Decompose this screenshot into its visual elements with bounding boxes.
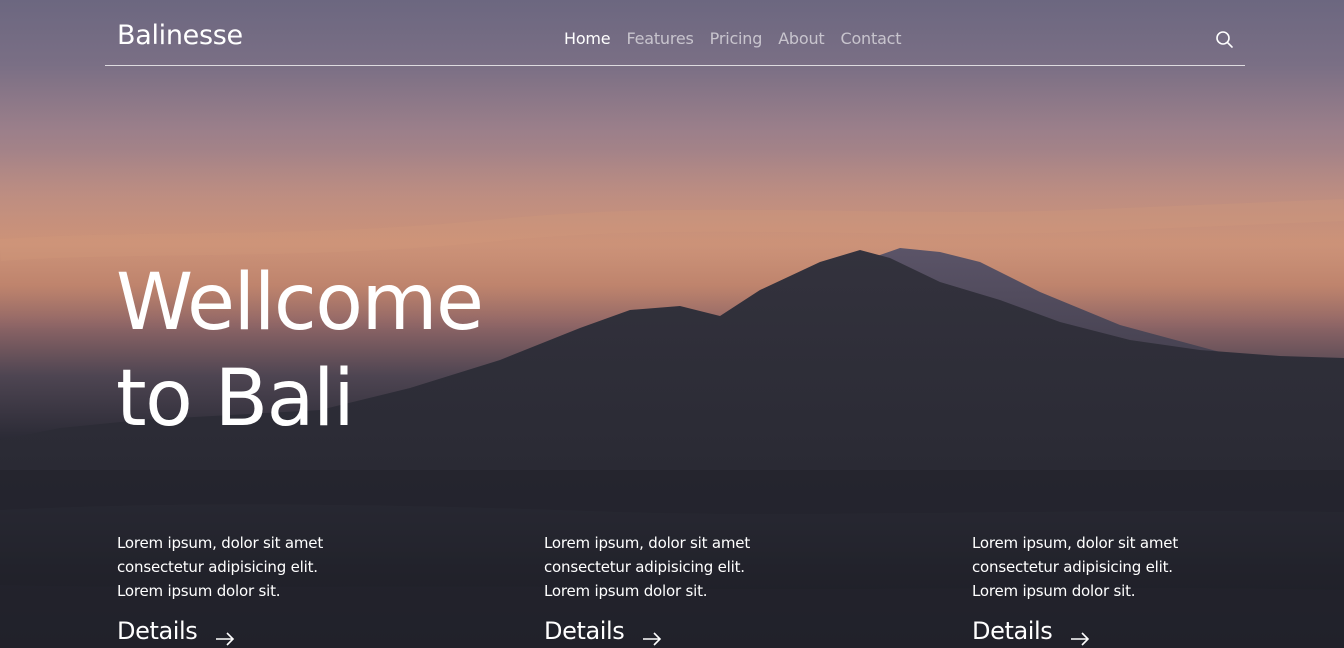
search-icon[interactable] bbox=[1213, 28, 1237, 52]
feature-column-2: Lorem ipsum, dolor sit amet consectetur … bbox=[544, 531, 804, 646]
nav-item-contact[interactable]: Contact bbox=[841, 29, 902, 48]
details-label: Details bbox=[972, 617, 1053, 645]
feature-line: Lorem ipsum dolor sit. bbox=[544, 582, 708, 600]
details-link-2[interactable]: Details bbox=[544, 617, 662, 646]
feature-line: Lorem ipsum dolor sit. bbox=[972, 582, 1136, 600]
feature-line: Lorem ipsum dolor sit. bbox=[117, 582, 281, 600]
details-link-3[interactable]: Details bbox=[972, 617, 1090, 646]
brand-logo[interactable]: Balinesse bbox=[117, 20, 243, 51]
hero-title-line-1: Wellcome bbox=[116, 258, 484, 348]
arrow-right-icon bbox=[215, 624, 235, 646]
feature-line: consectetur adipisicing elit. bbox=[544, 558, 745, 576]
details-label: Details bbox=[544, 617, 625, 645]
hero-title: Wellcome to Bali bbox=[116, 255, 484, 447]
feature-column-1: Lorem ipsum, dolor sit amet consectetur … bbox=[117, 531, 377, 646]
nav-menu: Home Features Pricing About Contact bbox=[564, 29, 902, 48]
arrow-right-icon bbox=[1070, 624, 1090, 646]
feature-column-3: Lorem ipsum, dolor sit amet consectetur … bbox=[972, 531, 1232, 646]
nav-item-about[interactable]: About bbox=[778, 29, 825, 48]
hero-title-line-2: to Bali bbox=[116, 354, 355, 444]
feature-description: Lorem ipsum, dolor sit amet consectetur … bbox=[117, 531, 377, 603]
feature-description: Lorem ipsum, dolor sit amet consectetur … bbox=[972, 531, 1232, 603]
feature-description: Lorem ipsum, dolor sit amet consectetur … bbox=[544, 531, 804, 603]
feature-line: consectetur adipisicing elit. bbox=[117, 558, 318, 576]
feature-line: Lorem ipsum, dolor sit amet bbox=[544, 534, 750, 552]
nav-item-features[interactable]: Features bbox=[626, 29, 693, 48]
details-link-1[interactable]: Details bbox=[117, 617, 235, 646]
arrow-right-icon bbox=[642, 624, 662, 646]
feature-line: Lorem ipsum, dolor sit amet bbox=[117, 534, 323, 552]
details-label: Details bbox=[117, 617, 198, 645]
feature-line: consectetur adipisicing elit. bbox=[972, 558, 1173, 576]
hero-section: Balinesse Home Features Pricing About Co… bbox=[0, 0, 1344, 648]
nav-item-pricing[interactable]: Pricing bbox=[710, 29, 763, 48]
top-navbar: Balinesse Home Features Pricing About Co… bbox=[105, 0, 1245, 66]
feature-line: Lorem ipsum, dolor sit amet bbox=[972, 534, 1178, 552]
nav-item-home[interactable]: Home bbox=[564, 29, 611, 48]
